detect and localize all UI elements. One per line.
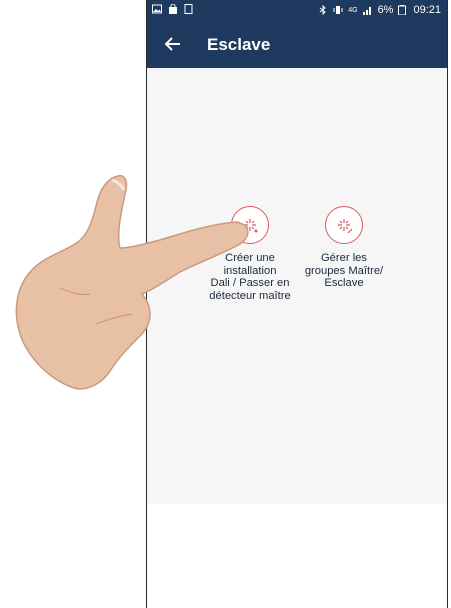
back-arrow-icon[interactable]	[161, 32, 185, 56]
vibrate-icon	[333, 5, 343, 15]
pointing-hand-illustration	[15, 174, 249, 390]
manage-groups-option[interactable]: Gérer les groupes Maître/ Esclave	[289, 206, 399, 290]
manage-groups-button[interactable]	[325, 206, 363, 244]
app-bar: Esclave	[147, 21, 447, 68]
battery-icon	[398, 5, 408, 16]
clock: 09:21	[413, 4, 441, 16]
sensor-edit-icon	[338, 219, 353, 234]
page-title: Esclave	[207, 35, 271, 54]
shopping-bag-icon	[168, 3, 178, 14]
battery-percent: 6%	[377, 4, 394, 16]
gallery-icon	[152, 4, 162, 14]
manage-groups-label: Gérer les groupes Maître/ Esclave	[304, 252, 384, 289]
network-type-label: 4G	[348, 6, 358, 14]
screenshot-icon	[184, 4, 194, 14]
signal-icon	[362, 5, 373, 15]
status-bar: 4G 6% 09:21	[147, 0, 447, 21]
bluetooth-icon	[318, 4, 328, 16]
